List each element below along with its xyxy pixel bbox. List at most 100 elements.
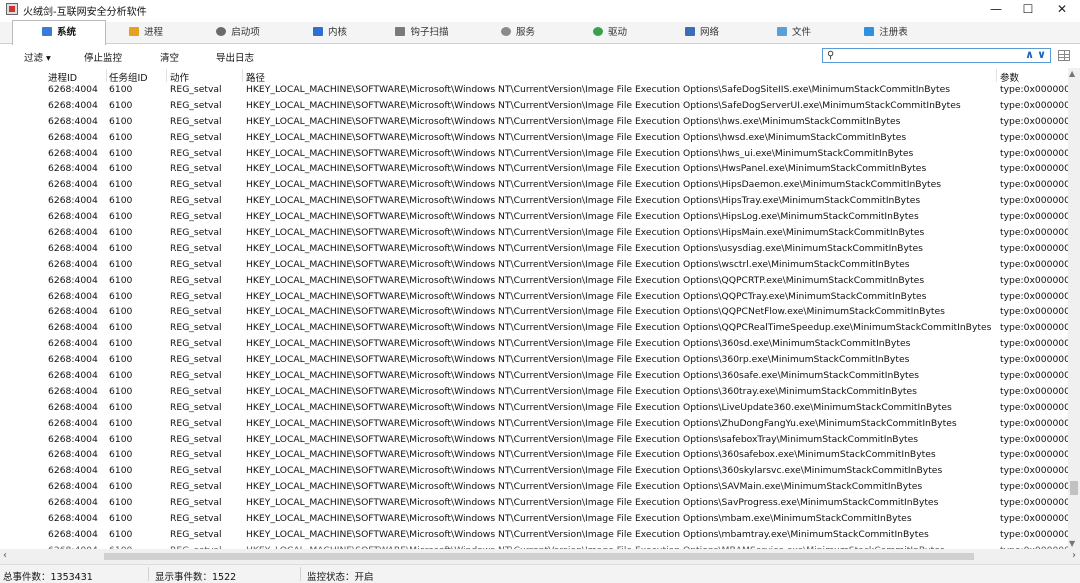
tab-service[interactable]: 服务: [472, 22, 564, 43]
search-next-button[interactable]: ∨: [1037, 48, 1046, 61]
cell-action: REG_setval: [170, 306, 222, 318]
cell-param: type:0x0000000: [1000, 84, 1068, 95]
table-row[interactable]: 6268:4004 6100 REG_setval HKEY_LOCAL_MACHIN…: [0, 98, 1068, 114]
tab-system[interactable]: 系统: [12, 20, 106, 45]
cell-pid: 6268:4004: [48, 449, 98, 461]
cell-param: type:0x0000000: [1000, 385, 1068, 397]
table-row[interactable]: 6268:4004 6100 REG_setval HKEY_LOCAL_MACHIN…: [0, 209, 1068, 225]
cell-pid: 6268:4004: [48, 115, 98, 127]
cell-task-group-id: 6100: [109, 163, 133, 175]
tab-process[interactable]: 进程: [100, 22, 192, 43]
cell-path: HKEY_LOCAL_MACHINE\SOFTWARE\Microsoft\Wi…: [246, 385, 917, 397]
cell-pid: 6268:4004: [48, 99, 98, 111]
table-row[interactable]: 6268:4004 6100 REG_setval HKEY_LOCAL_MACHIN…: [0, 130, 1068, 146]
tab-driver[interactable]: 驱动: [564, 22, 656, 43]
tab-hook-scan[interactable]: 钩子扫描: [376, 22, 468, 43]
minimize-button[interactable]: —: [979, 0, 1013, 20]
vertical-scrollbar[interactable]: ▲ ▼: [1068, 68, 1080, 549]
table-row[interactable]: 6268:4004 6100 REG_setval HKEY_LOCAL_MACHIN…: [0, 193, 1068, 209]
status-bar: 总事件数：1353431 显示事件数：1522 监控状态：开启: [0, 564, 1080, 583]
table-row[interactable]: 6268:4004 6100 REG_setval HKEY_LOCAL_MACHIN…: [0, 177, 1068, 193]
table-row[interactable]: 6268:4004 6100 REG_setval HKEY_LOCAL_MACHIN…: [0, 416, 1068, 432]
cell-task-group-id: 6100: [109, 401, 133, 413]
cell-action: REG_setval: [170, 84, 222, 95]
table-row[interactable]: 6268:4004 6100 REG_setval HKEY_LOCAL_MACHIN…: [0, 146, 1068, 162]
table-row[interactable]: 6268:4004 6100 REG_setval HKEY_LOCAL_MACHIN…: [0, 511, 1068, 527]
table-row[interactable]: 6268:4004 6100 REG_setval HKEY_LOCAL_MACHIN…: [0, 352, 1068, 368]
app-logo-icon: [6, 3, 18, 15]
cell-pid: 6268:4004: [48, 417, 98, 429]
cell-path: HKEY_LOCAL_MACHINE\SOFTWARE\Microsoft\Wi…: [246, 338, 911, 350]
scroll-left-icon[interactable]: ‹: [3, 550, 7, 561]
cell-param: type:0x0000000: [1000, 195, 1068, 207]
cell-path: HKEY_LOCAL_MACHINE\SOFTWARE\Microsoft\Wi…: [246, 258, 910, 270]
table-row[interactable]: 6268:4004 6100 REG_setval HKEY_LOCAL_MACHIN…: [0, 384, 1068, 400]
column-divider[interactable]: [996, 69, 997, 82]
table-row[interactable]: 6268:4004 6100 REG_setval HKEY_LOCAL_MACHIN…: [0, 289, 1068, 305]
cell-path: HKEY_LOCAL_MACHINE\SOFTWARE\Microsoft\Wi…: [246, 147, 914, 159]
tab-startup[interactable]: 启动项: [192, 22, 284, 43]
table-row[interactable]: 6268:4004 6100 REG_setval HKEY_LOCAL_MACHIN…: [0, 463, 1068, 479]
search-input[interactable]: [841, 50, 1011, 61]
table-row[interactable]: 6268:4004 6100 REG_setval HKEY_LOCAL_MACHIN…: [0, 225, 1068, 241]
scroll-right-icon[interactable]: ›: [1072, 550, 1076, 561]
close-button[interactable]: ✕: [1045, 0, 1079, 20]
cell-path: HKEY_LOCAL_MACHINE\SOFTWARE\Microsoft\Wi…: [246, 211, 919, 223]
title-bar: 火绒剑-互联网安全分析软件 — ☐ ✕: [0, 0, 1080, 20]
table-row[interactable]: 6268:4004 6100 REG_setval HKEY_LOCAL_MACHIN…: [0, 479, 1068, 495]
table-row[interactable]: 6268:4004 6100 REG_setval HKEY_LOCAL_MACHIN…: [0, 320, 1068, 336]
cell-action: REG_setval: [170, 449, 222, 461]
export-log-button[interactable]: 导出日志: [216, 50, 254, 64]
cell-task-group-id: 6100: [109, 99, 133, 111]
table-row[interactable]: 6268:4004 6100 REG_setval HKEY_LOCAL_MACHIN…: [0, 400, 1068, 416]
table-row[interactable]: 6268:4004 6100 REG_setval HKEY_LOCAL_MACHIN…: [0, 495, 1068, 511]
system-monitor-icon: [41, 27, 52, 36]
cell-action: REG_setval: [170, 465, 222, 477]
cell-action: REG_setval: [170, 258, 222, 270]
tab-registry[interactable]: 注册表: [840, 22, 932, 43]
scroll-down-icon[interactable]: ▼: [1069, 539, 1075, 548]
column-divider[interactable]: [106, 69, 107, 82]
cell-pid: 6268:4004: [48, 401, 98, 413]
table-row[interactable]: 6268:4004 6100 REG_setval HKEY_LOCAL_MACHIN…: [0, 368, 1068, 384]
column-settings-icon[interactable]: [1058, 50, 1070, 61]
table-row[interactable]: 6268:4004 6100 REG_setval HKEY_LOCAL_MACHIN…: [0, 114, 1068, 130]
tab-file[interactable]: 文件: [748, 22, 840, 43]
maximize-button[interactable]: ☐: [1011, 0, 1045, 20]
table-row[interactable]: 6268:4004 6100 REG_setval HKEY_LOCAL_MACHIN…: [0, 257, 1068, 273]
cell-pid: 6268:4004: [48, 354, 98, 366]
cell-path: HKEY_LOCAL_MACHINE\SOFTWARE\Microsoft\Wi…: [246, 465, 943, 477]
horizontal-scrollbar[interactable]: ‹ ›: [0, 549, 1080, 564]
cell-param: type:0x0000000: [1000, 465, 1068, 477]
cell-pid: 6268:4004: [48, 433, 98, 445]
clear-button[interactable]: 清空: [160, 50, 179, 64]
table-row[interactable]: 6268:4004 6100 REG_setval HKEY_LOCAL_MACHIN…: [0, 527, 1068, 543]
cell-action: REG_setval: [170, 433, 222, 445]
search-prev-button[interactable]: ∧: [1025, 48, 1034, 61]
cell-action: REG_setval: [170, 513, 222, 525]
scroll-up-icon[interactable]: ▲: [1069, 69, 1075, 78]
table-row[interactable]: 6268:4004 6100 REG_setval HKEY_LOCAL_MACHIN…: [0, 273, 1068, 289]
tab-kernel[interactable]: 内核: [284, 22, 376, 43]
status-divider: [148, 567, 149, 581]
table-row[interactable]: 6268:4004 6100 REG_setval HKEY_LOCAL_MACHIN…: [0, 336, 1068, 352]
horizontal-scroll-thumb[interactable]: [104, 553, 974, 560]
table-row[interactable]: 6268:4004 6100 REG_setval HKEY_LOCAL_MACHIN…: [0, 241, 1068, 257]
cell-pid: 6268:4004: [48, 258, 98, 270]
cell-param: type:0x0000000: [1000, 258, 1068, 270]
cell-param: type:0x0000000: [1000, 354, 1068, 366]
table-row[interactable]: 6268:4004 6100 REG_setval HKEY_LOCAL_MACHIN…: [0, 304, 1068, 320]
table-row[interactable]: 6268:4004 6100 REG_setval HKEY_LOCAL_MACHIN…: [0, 82, 1068, 98]
column-divider[interactable]: [166, 69, 167, 82]
cell-param: type:0x0000000: [1000, 242, 1068, 254]
column-divider[interactable]: [242, 69, 243, 82]
table-row[interactable]: 6268:4004 6100 REG_setval HKEY_LOCAL_MACHIN…: [0, 161, 1068, 177]
table-row[interactable]: 6268:4004 6100 REG_setval HKEY_LOCAL_MACHIN…: [0, 447, 1068, 463]
vertical-scroll-thumb[interactable]: [1070, 481, 1078, 495]
filter-dropdown[interactable]: 过滤 ▾: [24, 50, 51, 64]
stop-monitor-button[interactable]: 停止监控: [84, 50, 122, 64]
table-row[interactable]: 6268:4004 6100 REG_setval HKEY_LOCAL_MACHIN…: [0, 432, 1068, 448]
tab-network[interactable]: 网络: [656, 22, 748, 43]
cell-action: REG_setval: [170, 338, 222, 350]
cell-pid: 6268:4004: [48, 211, 98, 223]
